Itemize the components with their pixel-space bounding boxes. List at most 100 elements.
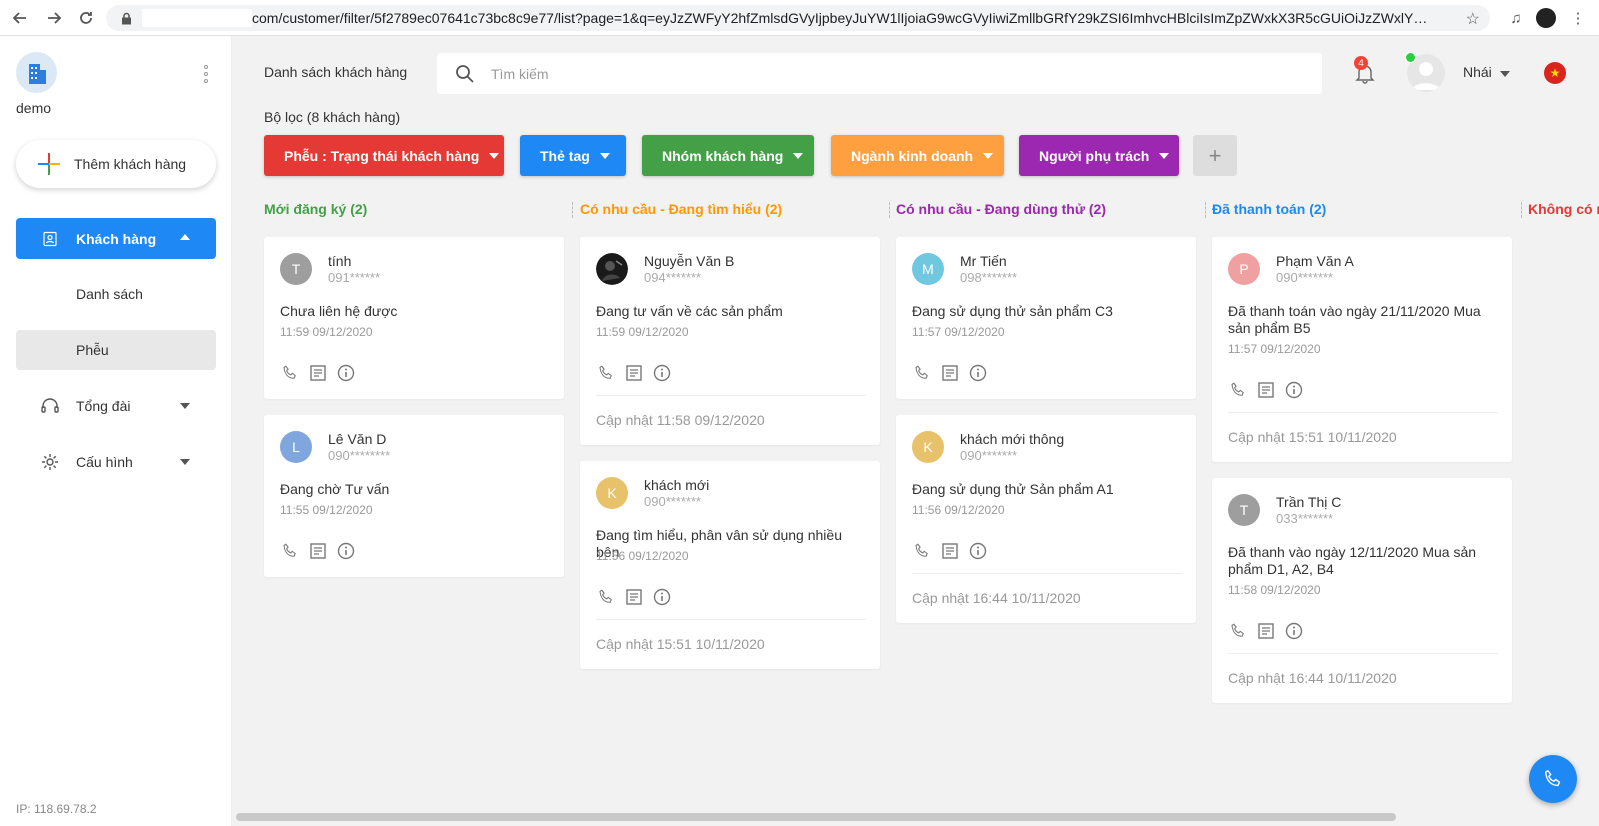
- address-bar[interactable]: com/customer/filter/5f2789ec07641c73bc8c…: [106, 5, 1490, 31]
- user-name[interactable]: Nhái: [1463, 64, 1492, 80]
- submenu-funnel-label: Phễu: [76, 342, 109, 358]
- note-icon[interactable]: [1256, 621, 1276, 641]
- menu-customers[interactable]: Khách hàng: [16, 218, 216, 259]
- customer-name[interactable]: tính: [328, 253, 351, 269]
- customer-name[interactable]: Phạm Văn A: [1276, 253, 1354, 269]
- filter-industry-button[interactable]: Ngành kinh doanh: [831, 135, 1004, 176]
- company-logo-icon[interactable]: [16, 52, 57, 93]
- divider: [912, 573, 1182, 574]
- phone-icon[interactable]: [912, 541, 932, 561]
- filter-tag-button[interactable]: Thẻ tag: [520, 135, 626, 176]
- customer-time: 11:56 09/12/2020: [912, 503, 1005, 517]
- more-options-icon[interactable]: [197, 62, 215, 86]
- phone-icon[interactable]: [1228, 380, 1248, 400]
- phone-icon[interactable]: [280, 363, 300, 383]
- card-actions: [1228, 380, 1304, 400]
- customer-card[interactable]: K khách mới thông 090******* Đang sử dụn…: [896, 415, 1196, 623]
- info-icon[interactable]: [1284, 621, 1304, 641]
- info-icon[interactable]: [968, 363, 988, 383]
- customer-note: Đã thanh vào ngày 12/11/2020 Mua sản phẩ…: [1228, 544, 1477, 577]
- card-actions: [1228, 621, 1304, 641]
- customer-name[interactable]: Mr Tiến: [960, 253, 1007, 269]
- customer-phone: 090*******: [1276, 270, 1334, 285]
- customer-card[interactable]: M Mr Tiến 098******* Đang sử dụng thử sả…: [896, 237, 1196, 399]
- info-icon[interactable]: [652, 363, 672, 383]
- phone-icon[interactable]: [1228, 621, 1248, 641]
- customer-name[interactable]: Trần Thị C: [1276, 494, 1341, 510]
- vietnam-flag-icon[interactable]: ★: [1544, 62, 1566, 84]
- note-icon[interactable]: [624, 363, 644, 383]
- horizontal-scrollbar[interactable]: [236, 813, 1396, 821]
- filter-owner-label: Người phụ trách: [1039, 147, 1150, 164]
- filter-group-button[interactable]: Nhóm khách hàng: [642, 135, 814, 176]
- customer-time: 11:57 09/12/2020: [1228, 342, 1321, 356]
- phone-icon[interactable]: [596, 363, 616, 383]
- customer-note: Đang sử dụng thử Sản phẩm A1: [912, 481, 1114, 497]
- column-divider: [1521, 202, 1522, 218]
- phone-icon[interactable]: [912, 363, 932, 383]
- menu-config[interactable]: Cấu hình: [16, 442, 216, 482]
- customer-phone: 090*******: [644, 494, 702, 509]
- info-icon[interactable]: [1284, 380, 1304, 400]
- customer-time: 11:59 09/12/2020: [596, 325, 689, 339]
- info-icon[interactable]: [336, 541, 356, 561]
- filter-funnel-button[interactable]: Phễu : Trạng thái khách hàng: [264, 135, 504, 176]
- back-icon[interactable]: [4, 0, 36, 36]
- chevron-down-icon[interactable]: [1500, 71, 1510, 77]
- customer-card[interactable]: K khách mới 090******* Đang tìm hiểu, ph…: [580, 461, 880, 669]
- customer-phone: 033*******: [1276, 511, 1334, 526]
- avatar: [596, 253, 628, 285]
- customer-card[interactable]: T Trần Thị C 033******* Đã thanh vào ngà…: [1212, 478, 1512, 703]
- add-customer-button[interactable]: Thêm khách hàng: [16, 140, 216, 188]
- customer-time: 11:59 09/12/2020: [280, 325, 373, 339]
- customer-name[interactable]: Nguyễn Văn B: [644, 253, 734, 269]
- forward-icon[interactable]: [38, 0, 70, 36]
- plus-icon: [38, 153, 60, 175]
- customer-phone: 090*******: [960, 448, 1018, 463]
- column-title-researching: Có nhu cầu - Đang tìm hiểu (2): [580, 201, 783, 217]
- customer-time: 11:55 09/12/2020: [280, 503, 373, 517]
- info-icon[interactable]: [652, 587, 672, 607]
- note-icon[interactable]: [940, 541, 960, 561]
- customer-note: Đã thanh toán vào ngày 21/11/2020 Mua sả…: [1228, 303, 1481, 336]
- column-title-new: Mới đăng ký (2): [264, 201, 368, 217]
- note-icon[interactable]: [624, 587, 644, 607]
- customer-time: 11:57 09/12/2020: [912, 325, 1005, 339]
- customer-card[interactable]: L Lê Văn D 090******** Đang chờ Tư vấn 1…: [264, 415, 564, 577]
- note-icon[interactable]: [940, 363, 960, 383]
- info-icon[interactable]: [968, 541, 988, 561]
- filter-label: Bộ lọc (8 khách hàng): [264, 109, 401, 125]
- search-box[interactable]: [437, 53, 1322, 94]
- customer-name[interactable]: Lê Văn D: [328, 431, 386, 447]
- add-filter-button[interactable]: +: [1193, 135, 1237, 176]
- media-icon[interactable]: ♫: [1506, 8, 1526, 28]
- bookmark-star-icon[interactable]: ☆: [1466, 9, 1480, 29]
- customer-phone: 090********: [328, 448, 391, 463]
- avatar: T: [1228, 494, 1260, 526]
- filter-owner-button[interactable]: Người phụ trách: [1019, 135, 1179, 176]
- customer-card[interactable]: Nguyễn Văn B 094******* Đang tư vấn về c…: [580, 237, 880, 445]
- note-icon[interactable]: [308, 363, 328, 383]
- phone-icon[interactable]: [596, 587, 616, 607]
- org-name: demo: [16, 100, 52, 116]
- customer-card[interactable]: P Phạm Văn A 090******* Đã thanh toán và…: [1212, 237, 1512, 462]
- customer-name[interactable]: khách mới thông: [960, 431, 1064, 447]
- phone-icon[interactable]: [280, 541, 300, 561]
- filter-group-label: Nhóm khách hàng: [662, 147, 784, 164]
- info-icon[interactable]: [336, 363, 356, 383]
- browser-menu-icon[interactable]: ⋮: [1568, 8, 1588, 28]
- call-button[interactable]: [1529, 755, 1577, 803]
- reload-icon[interactable]: [70, 0, 102, 36]
- caret-down-icon: [599, 152, 610, 159]
- customer-name[interactable]: khách mới: [644, 477, 709, 493]
- search-input[interactable]: [491, 65, 1291, 82]
- menu-switchboard[interactable]: Tổng đài: [16, 386, 216, 426]
- customer-card[interactable]: T tính 091****** Chưa liên hệ được 11:59…: [264, 237, 564, 399]
- submenu-funnel[interactable]: Phễu: [16, 330, 216, 370]
- submenu-list[interactable]: Danh sách: [76, 286, 143, 302]
- note-icon[interactable]: [1256, 380, 1276, 400]
- profile-avatar-icon[interactable]: [1536, 8, 1556, 28]
- notification-badge: 4: [1354, 56, 1368, 70]
- customer-time: 11:58 09/12/2020: [1228, 583, 1321, 597]
- note-icon[interactable]: [308, 541, 328, 561]
